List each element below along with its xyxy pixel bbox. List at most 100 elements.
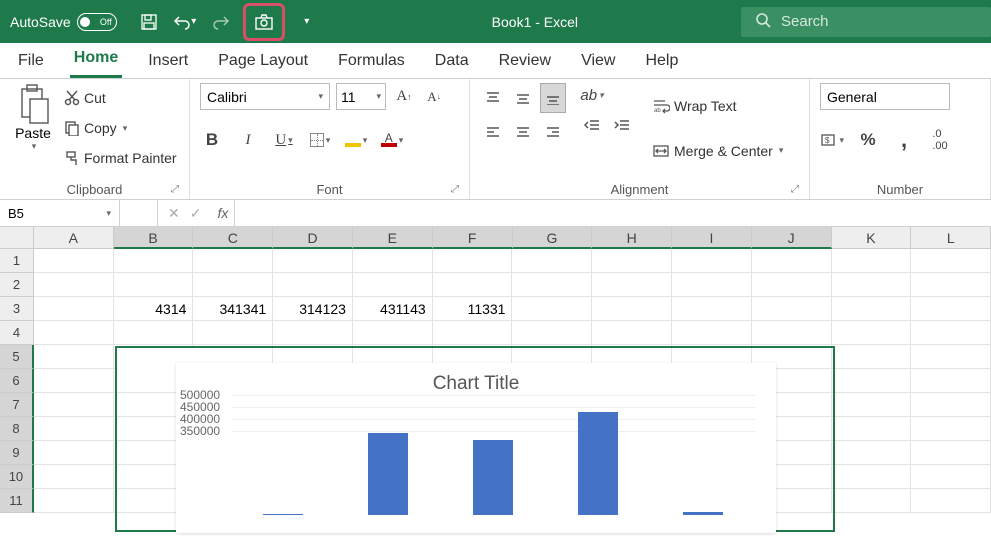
bold-button[interactable]: B [200, 128, 224, 152]
cell[interactable] [752, 321, 832, 345]
font-launcher-icon[interactable]: ⤢ [451, 184, 459, 195]
cancel-formula-icon[interactable]: ✕ [168, 205, 180, 222]
cell[interactable] [512, 273, 592, 297]
cell[interactable] [911, 369, 991, 393]
column-header[interactable]: D [273, 227, 353, 249]
row-header[interactable]: 11 [0, 489, 34, 513]
cell[interactable] [911, 345, 991, 369]
cell[interactable] [832, 441, 912, 465]
row-header[interactable]: 1 [0, 249, 34, 273]
row-header[interactable]: 6 [0, 369, 34, 393]
clipboard-launcher-icon[interactable]: ⤢ [171, 184, 179, 195]
merge-center-button[interactable]: Merge & Center▾ [652, 140, 783, 162]
tab-data[interactable]: Data [431, 46, 473, 78]
cell[interactable] [832, 345, 912, 369]
cell[interactable] [34, 369, 114, 393]
cell[interactable] [114, 321, 194, 345]
cell[interactable] [911, 249, 991, 273]
row-header[interactable]: 9 [0, 441, 34, 465]
cell[interactable] [273, 249, 353, 273]
cell[interactable] [911, 297, 991, 321]
column-header[interactable]: A [34, 227, 114, 249]
cell[interactable] [512, 297, 592, 321]
tab-help[interactable]: Help [641, 46, 682, 78]
cell[interactable] [34, 393, 114, 417]
cut-button[interactable]: Cut [64, 87, 177, 109]
chart-bar[interactable] [263, 514, 303, 515]
cell[interactable] [832, 321, 912, 345]
select-all-cell[interactable] [0, 227, 34, 249]
save-icon[interactable] [135, 8, 163, 36]
cell[interactable] [273, 321, 353, 345]
cell[interactable] [34, 417, 114, 441]
cell[interactable] [672, 249, 752, 273]
cell[interactable] [832, 297, 912, 321]
cell[interactable] [832, 417, 912, 441]
column-header[interactable]: G [513, 227, 593, 249]
embedded-chart[interactable]: Chart Title 500000450000400000350000 [176, 363, 776, 533]
font-size-select[interactable]: 11▾ [336, 83, 386, 110]
increase-indent-icon[interactable] [610, 113, 634, 137]
paste-button[interactable]: Paste ▾ [10, 83, 56, 152]
cell[interactable] [34, 297, 114, 321]
column-header[interactable]: B [114, 227, 194, 249]
italic-button[interactable]: I [236, 128, 260, 152]
autosave-toggle[interactable]: Off [77, 13, 117, 31]
cell[interactable] [911, 465, 991, 489]
cell[interactable] [433, 321, 513, 345]
cell[interactable] [34, 273, 114, 297]
percent-style-icon[interactable]: % [856, 128, 880, 152]
tab-insert[interactable]: Insert [144, 46, 192, 78]
column-header[interactable]: C [193, 227, 273, 249]
cell[interactable] [832, 489, 912, 513]
font-name-select[interactable]: Calibri▾ [200, 83, 330, 110]
redo-button[interactable] [207, 8, 235, 36]
cell[interactable] [114, 249, 194, 273]
cell[interactable] [512, 249, 592, 273]
cell[interactable] [832, 393, 912, 417]
row-header[interactable]: 10 [0, 465, 34, 489]
cell[interactable] [911, 273, 991, 297]
cell[interactable] [592, 249, 672, 273]
alignment-launcher-icon[interactable]: ⤢ [791, 184, 799, 195]
orientation-button[interactable]: ab▾ [580, 83, 604, 107]
enter-formula-icon[interactable]: ✓ [190, 205, 202, 222]
cell[interactable] [832, 465, 912, 489]
cell[interactable] [34, 321, 114, 345]
cell[interactable] [512, 321, 592, 345]
cell[interactable] [193, 321, 273, 345]
font-color-button[interactable]: A▾ [380, 128, 404, 152]
row-header[interactable]: 4 [0, 321, 34, 345]
cell[interactable] [752, 273, 832, 297]
column-header[interactable]: I [672, 227, 752, 249]
cell[interactable] [34, 249, 114, 273]
column-header[interactable]: J [752, 227, 832, 249]
cell[interactable] [911, 441, 991, 465]
cell[interactable] [832, 249, 912, 273]
column-header[interactable]: L [911, 227, 991, 249]
cell[interactable] [832, 369, 912, 393]
cell[interactable] [911, 321, 991, 345]
tab-page-layout[interactable]: Page Layout [214, 46, 312, 78]
column-header[interactable]: H [592, 227, 672, 249]
format-painter-button[interactable]: Format Painter [64, 147, 177, 169]
cell[interactable] [832, 273, 912, 297]
name-box[interactable]: B5▾ [0, 200, 120, 226]
chart-bar[interactable] [578, 412, 618, 515]
cell[interactable] [114, 273, 194, 297]
cell[interactable]: 314123 [273, 297, 353, 321]
formula-bar-input[interactable] [234, 200, 991, 226]
cell[interactable]: 4314 [114, 297, 194, 321]
worksheet-grid[interactable]: ABCDEFGHIJKL 123431434134131412343114311… [0, 227, 991, 513]
cell[interactable] [592, 273, 672, 297]
tab-review[interactable]: Review [495, 46, 555, 78]
tab-formulas[interactable]: Formulas [334, 46, 409, 78]
decrease-font-icon[interactable]: A↓ [422, 85, 446, 109]
align-top-icon[interactable] [480, 83, 506, 113]
underline-button[interactable]: U▾ [272, 128, 296, 152]
chart-bar[interactable] [473, 440, 513, 515]
cell[interactable] [353, 273, 433, 297]
cell[interactable] [193, 273, 273, 297]
row-header[interactable]: 2 [0, 273, 34, 297]
tab-home[interactable]: Home [70, 43, 122, 78]
